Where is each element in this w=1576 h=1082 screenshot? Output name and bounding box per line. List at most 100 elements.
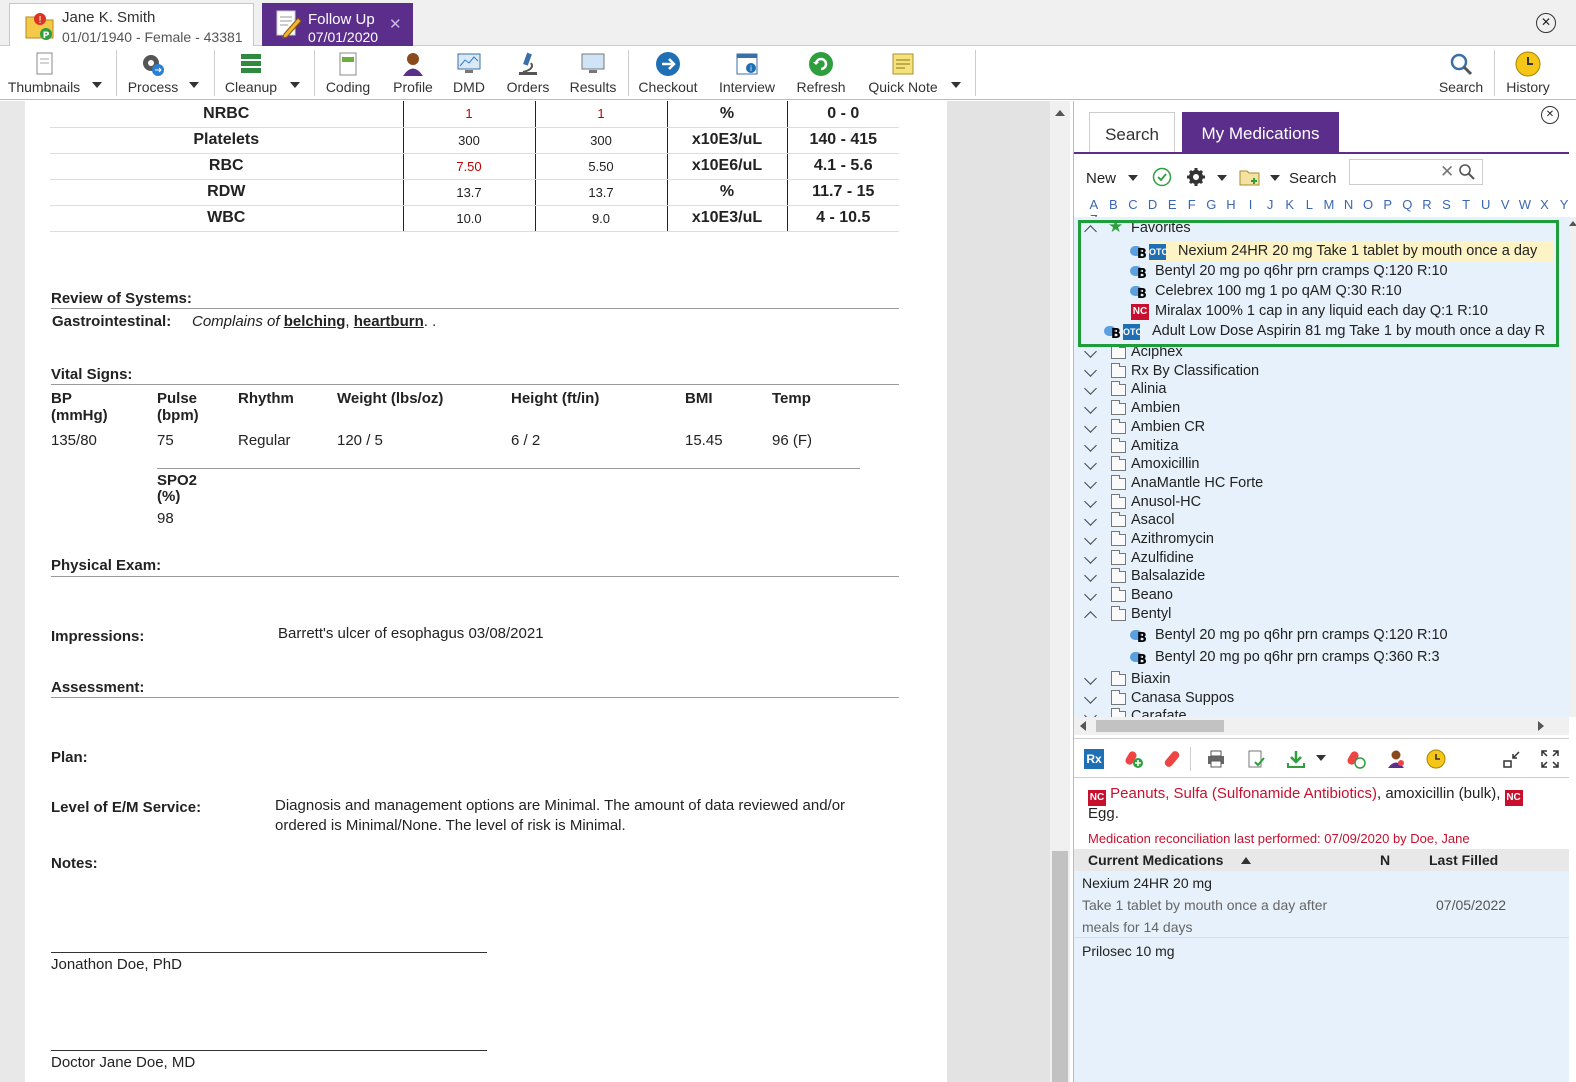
document-check-icon[interactable] — [1246, 749, 1266, 769]
quick-note-button[interactable]: Quick Note — [864, 46, 942, 100]
tab-my-medications[interactable]: My Medications — [1182, 112, 1339, 152]
interview-button[interactable]: i Interview — [712, 46, 782, 100]
coding-button[interactable]: Coding — [320, 46, 376, 100]
process-dropdown-icon[interactable] — [189, 82, 199, 88]
tree-vertical-scrollbar[interactable] — [1569, 217, 1576, 717]
results-button[interactable]: Results — [564, 46, 622, 100]
chevron-down-icon[interactable] — [1084, 363, 1097, 377]
medication-folder[interactable]: Amitiza — [1074, 437, 1569, 457]
tree-horizontal-scrollbar[interactable] — [1074, 717, 1569, 735]
dmd-button[interactable]: DMD — [446, 46, 492, 100]
letter-filter-b[interactable]: B — [1104, 197, 1124, 212]
letter-filter-p[interactable]: P — [1378, 197, 1398, 212]
document-scrollbar[interactable] — [1050, 101, 1070, 1082]
search-button[interactable]: Search — [1434, 46, 1488, 100]
folder-add-icon[interactable] — [1239, 167, 1261, 187]
chevron-down-icon[interactable] — [1084, 345, 1097, 358]
chevron-down-icon[interactable] — [1084, 438, 1097, 452]
chevron-down-icon[interactable] — [1084, 569, 1097, 583]
minimize-icon[interactable] — [1502, 749, 1522, 769]
scroll-up-icon[interactable] — [1055, 110, 1065, 116]
new-dropdown-icon[interactable] — [1128, 175, 1138, 181]
current-medications-column[interactable]: Current Medications — [1088, 852, 1223, 868]
letter-filter-f[interactable]: F — [1182, 197, 1202, 212]
process-button[interactable]: Process — [122, 46, 184, 100]
scroll-right-icon[interactable] — [1538, 721, 1544, 731]
chevron-down-icon[interactable] — [1084, 419, 1097, 433]
letter-filter-l[interactable]: L — [1300, 197, 1320, 212]
letter-filter-s[interactable]: S — [1437, 197, 1457, 212]
close-window-icon[interactable]: ✕ — [1536, 13, 1556, 33]
medication-folder[interactable]: Ambien CR — [1074, 418, 1569, 438]
printer-icon[interactable] — [1206, 749, 1226, 769]
magnifier-icon[interactable] — [1458, 163, 1476, 181]
visit-tab[interactable]: Follow Up 07/01/2020 ✕ — [262, 3, 413, 46]
medication-row[interactable]: Prilosec 10 mg — [1074, 938, 1569, 1082]
letter-filter-n[interactable]: N — [1339, 197, 1359, 212]
letter-filter-j[interactable]: J — [1260, 197, 1280, 212]
chevron-down-icon[interactable] — [1084, 476, 1097, 489]
pill-icon[interactable] — [1162, 749, 1182, 769]
letter-filter-a[interactable]: A — [1084, 197, 1104, 212]
tab-search[interactable]: Search — [1089, 112, 1175, 152]
letter-filter-v[interactable]: V — [1495, 197, 1515, 212]
letter-filter-m[interactable]: M — [1319, 197, 1339, 212]
scrollbar-thumb[interactable] — [1052, 851, 1068, 1082]
quick-note-dropdown-icon[interactable] — [951, 82, 961, 88]
refresh-button[interactable]: Refresh — [790, 46, 852, 100]
thumbnails-dropdown-icon[interactable] — [92, 82, 102, 88]
medication-folder[interactable]: Azulfidine — [1074, 549, 1569, 569]
letter-filter-c[interactable]: C — [1123, 197, 1143, 212]
bentyl-folder[interactable]: Bentyl — [1074, 606, 1569, 625]
medication-folder[interactable]: Beano — [1074, 587, 1569, 606]
thumbnails-button[interactable]: Thumbnails — [2, 46, 86, 100]
check-circle-icon[interactable] — [1152, 167, 1172, 187]
chevron-down-icon[interactable] — [1084, 588, 1097, 601]
new-button[interactable]: New — [1086, 170, 1116, 187]
medication-row[interactable]: Nexium 24HR 20 mg Take 1 tablet by mouth… — [1074, 871, 1569, 937]
letter-filter-u[interactable]: U — [1476, 197, 1496, 212]
download-icon[interactable] — [1286, 749, 1306, 769]
clear-search-icon[interactable]: ✕ — [1440, 162, 1454, 182]
letter-filter-w[interactable]: W — [1515, 197, 1535, 212]
letter-filter-k[interactable]: K — [1280, 197, 1300, 212]
ros-term-heartburn[interactable]: heartburn — [354, 313, 424, 330]
sort-ascending-icon[interactable] — [1241, 857, 1251, 864]
letter-filter-e[interactable]: E — [1162, 197, 1182, 212]
letter-filter-y[interactable]: Y — [1554, 197, 1574, 212]
cleanup-dropdown-icon[interactable] — [290, 82, 300, 88]
document-page[interactable]: NRBC 1 1% 0 - 0 Platelets 300 300 x10E3/uL 140 -… — [25, 101, 947, 1082]
chevron-down-icon[interactable] — [1084, 709, 1097, 717]
medication-folder[interactable]: Biaxin — [1074, 671, 1569, 690]
letter-filter-g[interactable]: G — [1202, 197, 1222, 212]
folder-dropdown-icon[interactable] — [1270, 175, 1280, 181]
letter-filter-o[interactable]: O — [1358, 197, 1378, 212]
chevron-down-icon[interactable] — [1084, 672, 1097, 685]
chevron-down-icon[interactable] — [1084, 382, 1097, 396]
add-medication-icon[interactable] — [1124, 749, 1144, 769]
close-tab-icon[interactable]: ✕ — [389, 15, 402, 33]
bentyl-item[interactable]: B Bentyl 20 mg po q6hr prn cramps Q:360 R… — [1074, 649, 1569, 668]
download-dropdown-icon[interactable] — [1316, 755, 1326, 761]
chevron-down-icon[interactable] — [1084, 550, 1097, 564]
letter-filter-d[interactable]: D — [1143, 197, 1163, 212]
gear-icon[interactable] — [1186, 167, 1206, 187]
chevron-down-icon[interactable] — [1084, 494, 1097, 508]
gear-dropdown-icon[interactable] — [1217, 175, 1227, 181]
medication-folder[interactable]: Balsalazide — [1074, 568, 1569, 587]
medication-folder[interactable]: AnaMantle HC Forte — [1074, 474, 1569, 494]
medication-folder[interactable]: Canasa Suppos — [1074, 689, 1569, 709]
cleanup-button[interactable]: Cleanup — [220, 46, 282, 100]
last-filled-column[interactable]: Last Filled — [1429, 852, 1498, 868]
chevron-down-icon[interactable] — [1084, 513, 1097, 527]
medication-folder[interactable]: Alinia — [1074, 381, 1569, 400]
scroll-up-icon[interactable] — [1569, 221, 1576, 226]
medication-refresh-icon[interactable] — [1346, 749, 1366, 769]
chevron-down-icon[interactable] — [1084, 690, 1097, 704]
letter-filter-r[interactable]: R — [1417, 197, 1437, 212]
expand-icon[interactable] — [1540, 749, 1560, 769]
letter-filter-i[interactable]: I — [1241, 197, 1261, 212]
letter-filter-q[interactable]: Q — [1398, 197, 1418, 212]
medication-folder[interactable]: Anusol-HC — [1074, 493, 1569, 513]
medication-folder[interactable]: Azithromycin — [1074, 531, 1569, 550]
